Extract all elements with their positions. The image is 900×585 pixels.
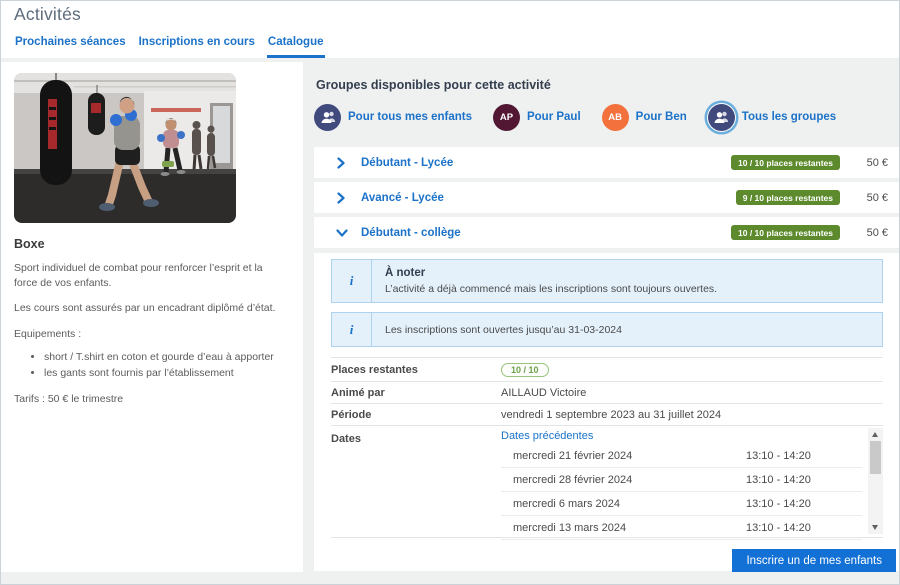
session-date: mercredi 6 mars 2024	[513, 497, 620, 510]
scroll-up-icon[interactable]	[872, 432, 878, 437]
users-icon	[707, 103, 735, 131]
animator-value: AILLAUD Victoire	[501, 386, 587, 399]
chevron-down-icon	[336, 227, 348, 239]
session-date: mercredi 21 février 2024	[513, 449, 633, 462]
chevron-right-icon	[336, 156, 348, 169]
row-label: Animé par	[331, 386, 385, 399]
group-row-avance-lycee[interactable]: Avancé - Lycée 9 / 10 places restantes 5…	[314, 182, 899, 213]
table-row-period: Période vendredi 1 septembre 2023 au 31 …	[331, 404, 883, 426]
equipment-item: les gants sont fournis par l’établisseme…	[44, 366, 294, 382]
info-text: L’activité a déjà commencé mais les insc…	[385, 283, 718, 295]
session-date: mercredi 28 février 2024	[513, 473, 633, 486]
filter-ben[interactable]: AB Pour Ben	[601, 103, 687, 131]
equipment-item: short / T.shirt en coton et gourde d’eau…	[44, 350, 294, 366]
enroll-child-button[interactable]: Inscrire un de mes enfants	[732, 549, 896, 572]
page-header: Activités Prochaines séances Inscription…	[1, 1, 899, 58]
previous-dates-link[interactable]: Dates précédentes	[501, 430, 593, 442]
places-badge: 10 / 10 places restantes	[731, 155, 840, 170]
group-price: 50 €	[866, 226, 888, 239]
table-row-dates: Dates Dates précédentes mercredi 21 févr…	[331, 426, 883, 540]
activity-description-1: Sport individuel de combat pour renforce…	[14, 262, 263, 290]
scrollbar-thumb[interactable]	[870, 441, 881, 474]
info-title: À noter	[385, 267, 426, 279]
child-filter-bar: Pour tous mes enfants AP Pour Paul AB Po…	[314, 102, 899, 132]
filter-label: Pour Ben	[635, 111, 687, 123]
info-box-body: À noter L’activité a déjà commencé mais …	[372, 260, 730, 302]
group-row-debutant-college[interactable]: Débutant - collège 10 / 10 places restan…	[314, 217, 899, 248]
group-name: Débutant - collège	[361, 226, 461, 239]
row-label: Période	[331, 408, 372, 421]
table-row-animator: Animé par AILLAUD Victoire	[331, 382, 883, 404]
activity-panel: Boxe Sport individuel de combat pour ren…	[1, 62, 303, 572]
dates-scroll-area[interactable]: Dates précédentes mercredi 21 février 20…	[501, 426, 883, 540]
session-time: 13:10 - 14:20	[746, 497, 811, 510]
filter-label: Pour tous mes enfants	[348, 111, 472, 123]
activities-page: Activités Prochaines séances Inscription…	[0, 0, 900, 585]
dates-scrollbar[interactable]	[868, 428, 883, 534]
session-row: mercredi 13 mars 2024 13:10 - 14:20	[501, 516, 862, 540]
scroll-down-icon[interactable]	[872, 525, 878, 530]
filter-all-groups[interactable]: Tous les groupes	[707, 103, 837, 131]
table-row-places: Places restantes 10 / 10	[331, 358, 883, 382]
activity-name: Boxe	[14, 237, 45, 251]
group-details-table: Places restantes 10 / 10 Animé par AILLA…	[331, 357, 883, 540]
session-date: mercredi 13 mars 2024	[513, 521, 627, 534]
actions-row: Inscrire un de mes enfants	[331, 549, 896, 572]
tarifs-text: Tarifs : 50 € le trimestre	[14, 393, 124, 406]
period-value: vendredi 1 septembre 2023 au 31 juillet …	[501, 408, 722, 421]
row-label: Dates	[331, 433, 361, 445]
group-name: Avancé - Lycée	[361, 191, 444, 204]
info-box-a-noter: i À noter L’activité a déjà commencé mai…	[331, 259, 883, 303]
places-badge: 9 / 10 places restantes	[735, 190, 840, 205]
filter-all-my-children[interactable]: Pour tous mes enfants	[314, 103, 472, 131]
tab-catalogue[interactable]: Catalogue	[266, 31, 325, 58]
places-badge: 10 / 10 places restantes	[731, 225, 840, 240]
info-box-inscriptions: i Les inscriptions sont ouvertes jusqu’a…	[331, 312, 883, 347]
tab-prochaines-seances[interactable]: Prochaines séances	[14, 31, 127, 58]
group-detail-panel: i À noter L’activité a déjà commencé mai…	[314, 253, 899, 572]
info-icon: i	[332, 260, 372, 302]
activity-photo	[14, 73, 236, 223]
group-name: Débutant - Lycée	[361, 156, 454, 169]
equipment-list: short / T.shirt en coton et gourde d’eau…	[14, 350, 294, 382]
places-pill: 10 / 10	[501, 362, 549, 377]
groups-panel: Groupes disponibles pour cette activité …	[314, 62, 899, 572]
session-row: mercredi 6 mars 2024 13:10 - 14:20	[501, 492, 862, 516]
page-title: Activités	[14, 4, 81, 24]
session-row: mercredi 21 février 2024 13:10 - 14:20	[501, 444, 862, 468]
tab-bar: Prochaines séances Inscriptions en cours…	[14, 31, 325, 58]
filter-label: Tous les groupes	[741, 111, 837, 123]
groups-title: Groupes disponibles pour cette activité	[316, 78, 551, 92]
session-time: 13:10 - 14:20	[746, 521, 811, 534]
row-label: Places restantes	[331, 363, 418, 376]
info-text: Les inscriptions sont ouvertes jusqu’au …	[385, 323, 622, 336]
group-price: 50 €	[866, 156, 888, 169]
avatar-ben: AB	[601, 103, 629, 131]
session-time: 13:10 - 14:20	[746, 473, 811, 486]
filter-label: Pour Paul	[526, 111, 581, 123]
users-icon	[314, 103, 341, 131]
activity-description-2: Les cours sont assurés par un encadrant …	[14, 302, 276, 315]
tab-inscriptions-en-cours[interactable]: Inscriptions en cours	[138, 31, 256, 58]
group-row-debutant-lycee[interactable]: Débutant - Lycée 10 / 10 places restante…	[314, 147, 899, 178]
filter-paul[interactable]: AP Pour Paul	[492, 103, 581, 131]
chevron-right-icon	[336, 191, 348, 204]
session-row: mercredi 28 février 2024 13:10 - 14:20	[501, 468, 862, 492]
equipment-title: Equipements :	[14, 327, 82, 340]
session-time: 13:10 - 14:20	[746, 449, 811, 462]
group-price: 50 €	[866, 191, 888, 204]
info-icon: i	[332, 313, 372, 346]
avatar-paul: AP	[492, 103, 520, 131]
